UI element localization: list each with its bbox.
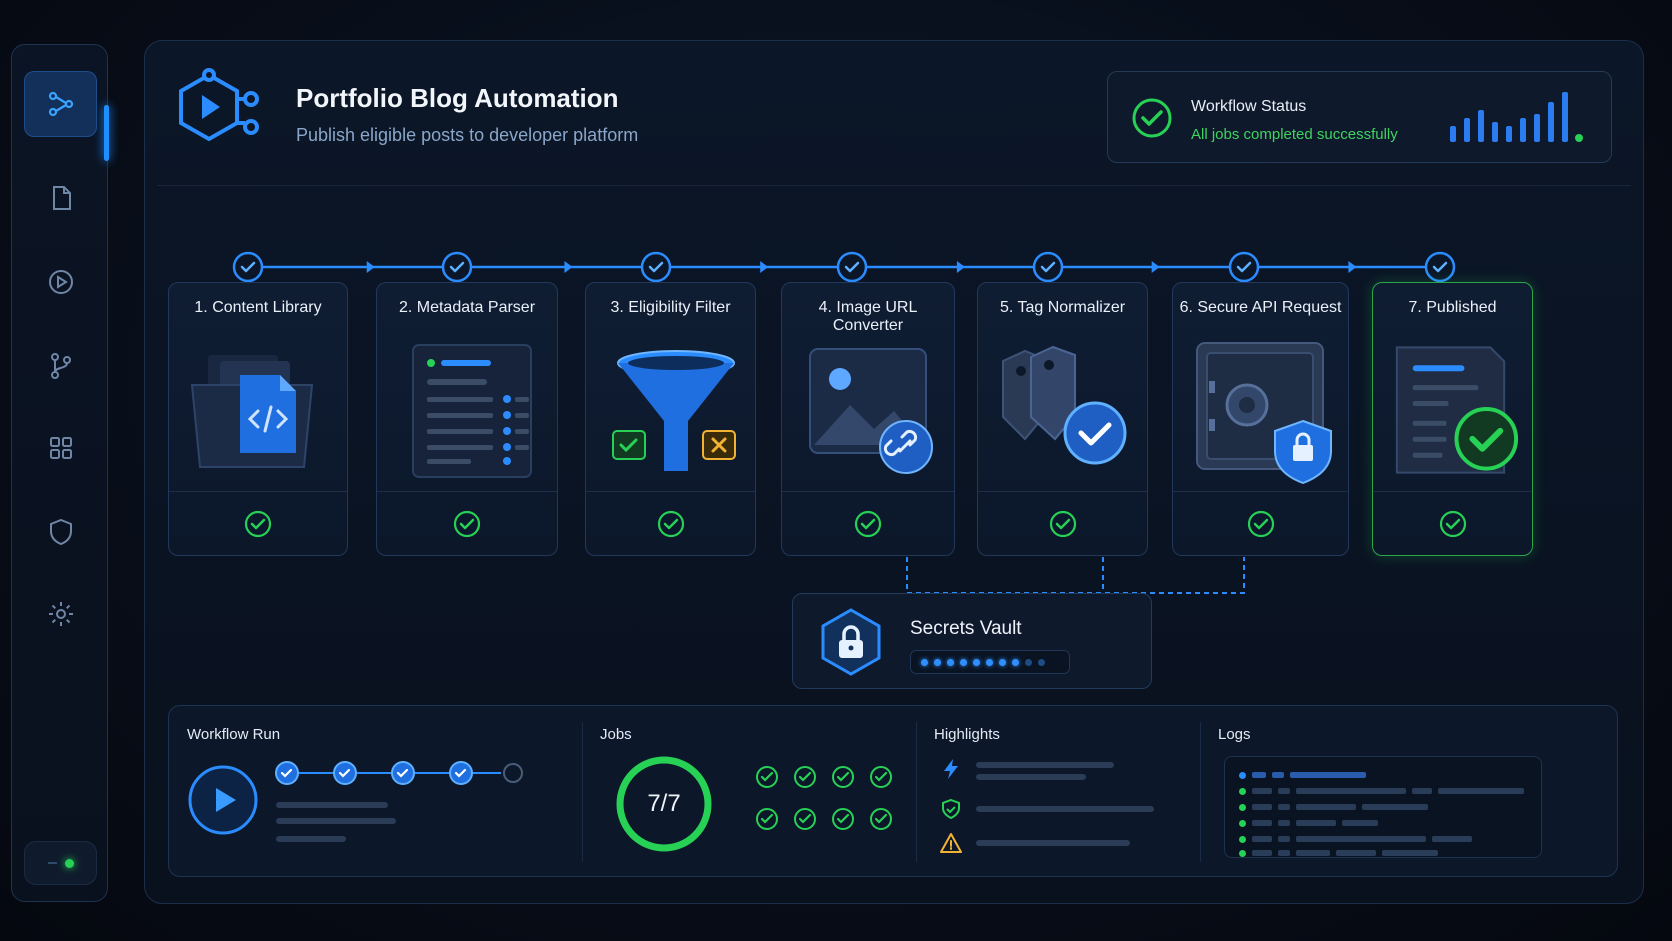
masked-secret-field (910, 650, 1070, 674)
step-tag-normalizer[interactable]: 5. Tag Normalizer (977, 282, 1148, 556)
workflow-logo-icon (179, 68, 259, 142)
branch-icon (50, 353, 71, 379)
run-progress-steps (275, 761, 523, 785)
activity-sparkline (1450, 92, 1583, 142)
step-secure-api-request[interactable]: 6. Secure API Request (1172, 282, 1349, 556)
sidebar-item-apps[interactable] (24, 415, 97, 481)
jobs-title: Jobs (600, 726, 632, 743)
shield-icon (49, 518, 72, 546)
lightning-icon (944, 759, 958, 779)
secrets-vault[interactable]: Secrets Vault (792, 593, 1152, 689)
safe-lock-icon (1173, 335, 1348, 485)
header-divider (157, 185, 1631, 186)
sidebar-item-settings[interactable] (24, 581, 97, 647)
step-label: 4. Image URL Converter (818, 299, 918, 334)
workflow-status-message: All jobs completed successfully (1191, 126, 1398, 143)
job-complete-icon (794, 766, 816, 788)
step-eligibility-filter[interactable]: 3. Eligibility Filter (585, 282, 756, 556)
pipeline-nodes (232, 251, 1456, 283)
play-icon (48, 270, 73, 294)
lock-icon (821, 608, 881, 676)
step-complete-icon (453, 510, 481, 537)
workflow-run-title: Workflow Run (187, 726, 281, 743)
sidebar-item-security[interactable] (24, 499, 97, 565)
highlight-item (940, 798, 1156, 820)
workflow-status-title: Workflow Status (1191, 98, 1307, 115)
jobs-status-grid (754, 764, 906, 832)
log-output[interactable] (1224, 756, 1542, 858)
image-link-icon (782, 335, 954, 485)
online-indicator (64, 858, 74, 868)
step-label: 3. Eligibility Filter (610, 299, 731, 316)
job-complete-icon (832, 808, 854, 830)
document-icon (52, 186, 71, 210)
step-complete-icon (657, 510, 684, 537)
job-complete-icon (870, 808, 892, 830)
job-complete-icon (756, 808, 778, 830)
workflow-run-section: Workflow Run (169, 706, 556, 876)
step-published[interactable]: 7. Published (1372, 282, 1533, 556)
job-complete-icon (794, 808, 816, 830)
sidebar-item-documents[interactable] (24, 165, 97, 231)
highlights-section: Highlights (916, 706, 1200, 876)
vault-connectors (906, 557, 1245, 594)
step-label: 1. Content Library (194, 299, 322, 316)
step-label: 6. Secure API Request (1179, 299, 1342, 316)
step-label: 5. Tag Normalizer (999, 299, 1126, 316)
connection-status (24, 841, 97, 885)
warning-icon (940, 833, 962, 853)
highlights-title: Highlights (934, 726, 1000, 743)
step-complete-icon (1247, 510, 1274, 537)
job-complete-icon (832, 766, 854, 788)
highlight-item (940, 832, 1136, 854)
job-complete-icon (756, 766, 778, 788)
success-check-icon (1132, 98, 1172, 138)
sidebar-active-indicator (104, 105, 109, 161)
page-subtitle: Publish eligible posts to developer plat… (296, 125, 639, 145)
grid-icon (49, 437, 72, 459)
published-document-icon (1373, 335, 1532, 485)
tag-check-icon (978, 335, 1147, 485)
jobs-section: Jobs 7/7 (582, 706, 916, 876)
step-content-library[interactable]: 1. Content Library (168, 282, 348, 556)
main-panel: Portfolio Blog Automation Publish eligib… (144, 40, 1644, 904)
shield-check-icon (942, 798, 960, 820)
workflow-status-card: Workflow Status All jobs completed succe… (1107, 71, 1612, 163)
logs-section: Logs (1200, 706, 1619, 876)
highlight-item (940, 758, 1116, 780)
run-summary-panel: Workflow Run Jobs 7/7 Highlights Logs (168, 705, 1618, 877)
step-label: 7. Published (1408, 299, 1497, 316)
folder-code-icon (169, 335, 347, 485)
page-title: Portfolio Blog Automation (296, 83, 619, 113)
sidebar-item-workflow[interactable] (24, 71, 97, 137)
document-list-icon (377, 335, 557, 485)
job-complete-icon (870, 766, 892, 788)
vault-title: Secrets Vault (910, 618, 1022, 639)
workflow-icon (48, 91, 73, 117)
step-metadata-parser[interactable]: 2. Metadata Parser (376, 282, 558, 556)
step-complete-icon (1439, 510, 1466, 537)
step-label: 2. Metadata Parser (398, 299, 536, 316)
sidebar-item-runs[interactable] (24, 249, 97, 315)
gear-icon (48, 602, 73, 626)
step-complete-icon (854, 510, 882, 537)
logs-title: Logs (1218, 726, 1251, 743)
step-complete-icon (244, 510, 272, 537)
run-play-button[interactable] (187, 764, 259, 836)
step-image-url-converter[interactable]: 4. Image URL Converter (781, 282, 955, 556)
sidebar-item-branches[interactable] (24, 333, 97, 399)
jobs-count: 7/7 (647, 790, 681, 817)
sidebar (11, 44, 109, 902)
step-complete-icon (1049, 510, 1076, 537)
filter-funnel-icon (586, 335, 755, 485)
